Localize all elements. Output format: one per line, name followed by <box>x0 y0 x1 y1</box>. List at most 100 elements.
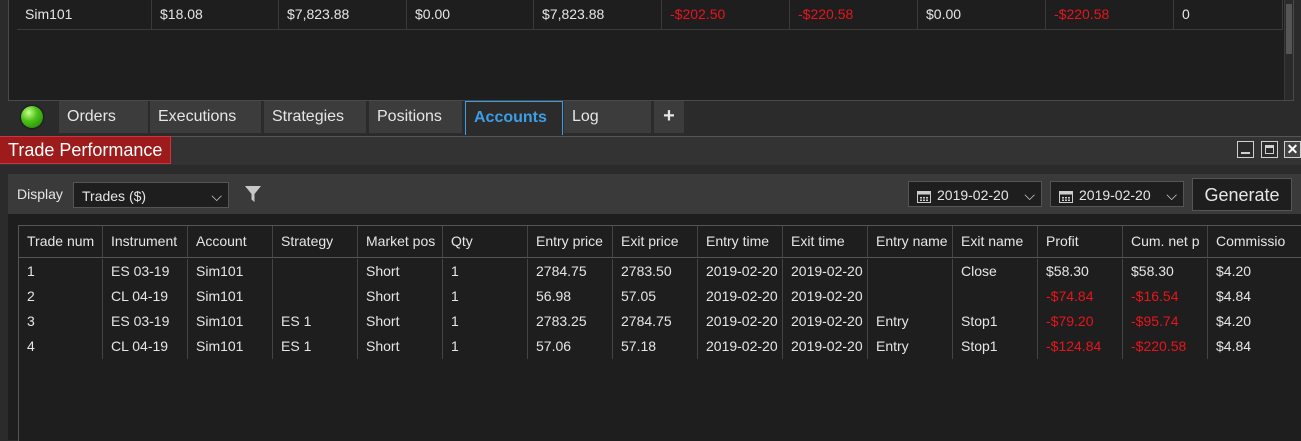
account-cell: Sim101 <box>17 0 152 29</box>
table-cell: -$220.58 <box>1123 334 1208 359</box>
table-cell: ES 1 <box>273 309 358 334</box>
table-row[interactable]: 2 CL 04-19 Sim101 Short 1 56.98 57.05 2019-02-2… <box>19 284 1301 309</box>
table-row[interactable]: 3 ES 03-19 Sim101 ES 1 Short 1 2783.25 2784.75 2… <box>19 309 1301 334</box>
table-cell: $4.84 <box>1208 334 1301 359</box>
table-cell: $58.30 <box>1123 259 1208 284</box>
table-cell: 3 <box>19 309 103 334</box>
table-cell: Stop1 <box>953 309 1038 334</box>
close-icon[interactable]: ✕ <box>1284 141 1301 158</box>
column-header[interactable]: Market pos <box>358 226 443 257</box>
table-cell: 1 <box>443 309 528 334</box>
table-cell: 2019-02-20 <box>698 259 783 284</box>
table-cell: 56.98 <box>528 284 613 309</box>
tab-strategies[interactable]: Strategies <box>264 101 367 133</box>
table-cell: 57.05 <box>613 284 698 309</box>
table-cell: Short <box>358 284 443 309</box>
table-cell: 1 <box>443 259 528 284</box>
calendar-icon <box>917 190 931 203</box>
account-cell: -$202.50 <box>662 0 790 29</box>
display-select[interactable]: Trades ($) ⌵ <box>73 182 229 208</box>
account-cell: $7,823.88 <box>279 0 407 29</box>
table-cell: Entry <box>868 309 953 334</box>
column-header[interactable]: Cum. net p <box>1123 226 1208 257</box>
table-cell: 2 <box>19 284 103 309</box>
table-cell: Short <box>358 334 443 359</box>
table-cell: 57.18 <box>613 334 698 359</box>
table-cell <box>273 259 358 284</box>
table-cell: -$74.84 <box>1038 284 1123 309</box>
tab-orders[interactable]: Orders <box>59 101 149 133</box>
table-cell: 2019-02-20 <box>698 309 783 334</box>
account-row[interactable]: Sim101 $18.08 $7,823.88 $0.00 $7,823.88 -$202… <box>17 0 1283 30</box>
table-cell <box>868 259 953 284</box>
table-cell: Stop1 <box>953 334 1038 359</box>
table-cell: Short <box>358 259 443 284</box>
column-header[interactable]: Qty <box>443 226 528 257</box>
table-cell: Sim101 <box>188 309 273 334</box>
table-row[interactable]: 1 ES 03-19 Sim101 Short 1 2784.75 2783.50 2019-… <box>19 259 1301 284</box>
account-cell: -$220.58 <box>1046 0 1174 29</box>
chevron-down-icon: ⌵ <box>1166 187 1177 203</box>
tab-log[interactable]: Log <box>564 101 652 133</box>
table-cell: Short <box>358 309 443 334</box>
table-cell: Sim101 <box>188 259 273 284</box>
accounts-panel: Sim101 $18.08 $7,823.88 $0.00 $7,823.88 -$202… <box>8 0 1294 101</box>
table-cell <box>953 284 1038 309</box>
table-cell: 57.06 <box>528 334 613 359</box>
column-header[interactable]: Entry price <box>528 226 613 257</box>
chevron-down-icon: ⌵ <box>211 188 222 204</box>
column-header[interactable]: Instrument <box>103 226 188 257</box>
table-cell <box>273 284 358 309</box>
table-cell: ES 03-19 <box>103 259 188 284</box>
column-header[interactable]: Entry time <box>698 226 783 257</box>
table-cell: 2784.75 <box>613 309 698 334</box>
table-cell: $58.30 <box>1038 259 1123 284</box>
table-cell: ES 03-19 <box>103 309 188 334</box>
table-cell: 2783.50 <box>613 259 698 284</box>
column-header[interactable]: Profit <box>1038 226 1123 257</box>
display-label: Display <box>17 186 63 202</box>
account-cell: $7,823.88 <box>534 0 662 29</box>
table-cell: ES 1 <box>273 334 358 359</box>
column-header[interactable]: Trade num <box>19 226 103 257</box>
add-tab-button[interactable]: + <box>654 101 685 133</box>
account-cell: $18.08 <box>152 0 279 29</box>
table-cell: 2019-02-20 <box>783 284 868 309</box>
table-cell: Sim101 <box>188 334 273 359</box>
column-header[interactable]: Commissio <box>1208 226 1301 257</box>
tab-accounts[interactable]: Accounts <box>465 101 563 135</box>
maximize-icon[interactable] <box>1261 141 1278 158</box>
table-cell: $4.84 <box>1208 284 1301 309</box>
start-date-value: 2019-02-20 <box>937 187 1009 203</box>
accounts-scrollbar[interactable] <box>1284 0 1293 100</box>
window-titlebar <box>0 136 1301 165</box>
account-cell: $0.00 <box>918 0 1046 29</box>
table-cell: Close <box>953 259 1038 284</box>
column-header[interactable]: Strategy <box>273 226 358 257</box>
table-cell <box>868 284 953 309</box>
table-cell: 1 <box>19 259 103 284</box>
grid-header: Trade num Instrument Account Strategy Market… <box>19 226 1301 258</box>
table-cell: 2783.25 <box>528 309 613 334</box>
table-cell: Sim101 <box>188 284 273 309</box>
column-header[interactable]: Entry name <box>868 226 953 257</box>
table-cell: Entry <box>868 334 953 359</box>
minimize-icon[interactable] <box>1237 141 1254 158</box>
column-header[interactable]: Exit time <box>783 226 868 257</box>
filter-icon[interactable] <box>243 184 263 204</box>
generate-button[interactable]: Generate <box>1192 178 1292 211</box>
column-header[interactable]: Account <box>188 226 273 257</box>
table-cell: 2019-02-20 <box>698 334 783 359</box>
account-cell: 0 <box>1174 0 1283 29</box>
calendar-icon <box>1059 190 1073 203</box>
table-row[interactable]: 4 CL 04-19 Sim101 ES 1 Short 1 57.06 57.18 2019-… <box>19 334 1301 359</box>
tab-positions[interactable]: Positions <box>369 101 463 133</box>
table-cell: 1 <box>443 334 528 359</box>
trades-grid: Trade num Instrument Account Strategy Market… <box>18 225 1301 441</box>
column-header[interactable]: Exit price <box>613 226 698 257</box>
start-date-picker[interactable]: 2019-02-20 ⌵ <box>908 181 1042 207</box>
column-header[interactable]: Exit name <box>953 226 1038 257</box>
end-date-picker[interactable]: 2019-02-20 ⌵ <box>1050 181 1184 207</box>
tab-executions[interactable]: Executions <box>150 101 262 133</box>
account-cell: $0.00 <box>407 0 534 29</box>
